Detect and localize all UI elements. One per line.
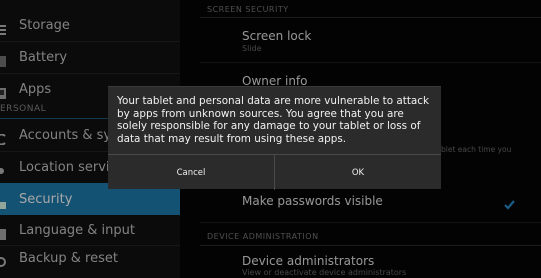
ok-button[interactable]: OK xyxy=(275,155,441,190)
cancel-button[interactable]: Cancel xyxy=(108,155,275,190)
dialog-message: Your tablet and personal data are more v… xyxy=(117,95,429,145)
dialog-button-bar: Cancel OK xyxy=(108,154,441,190)
unknown-sources-warning-dialog: Your tablet and personal data are more v… xyxy=(108,86,441,190)
